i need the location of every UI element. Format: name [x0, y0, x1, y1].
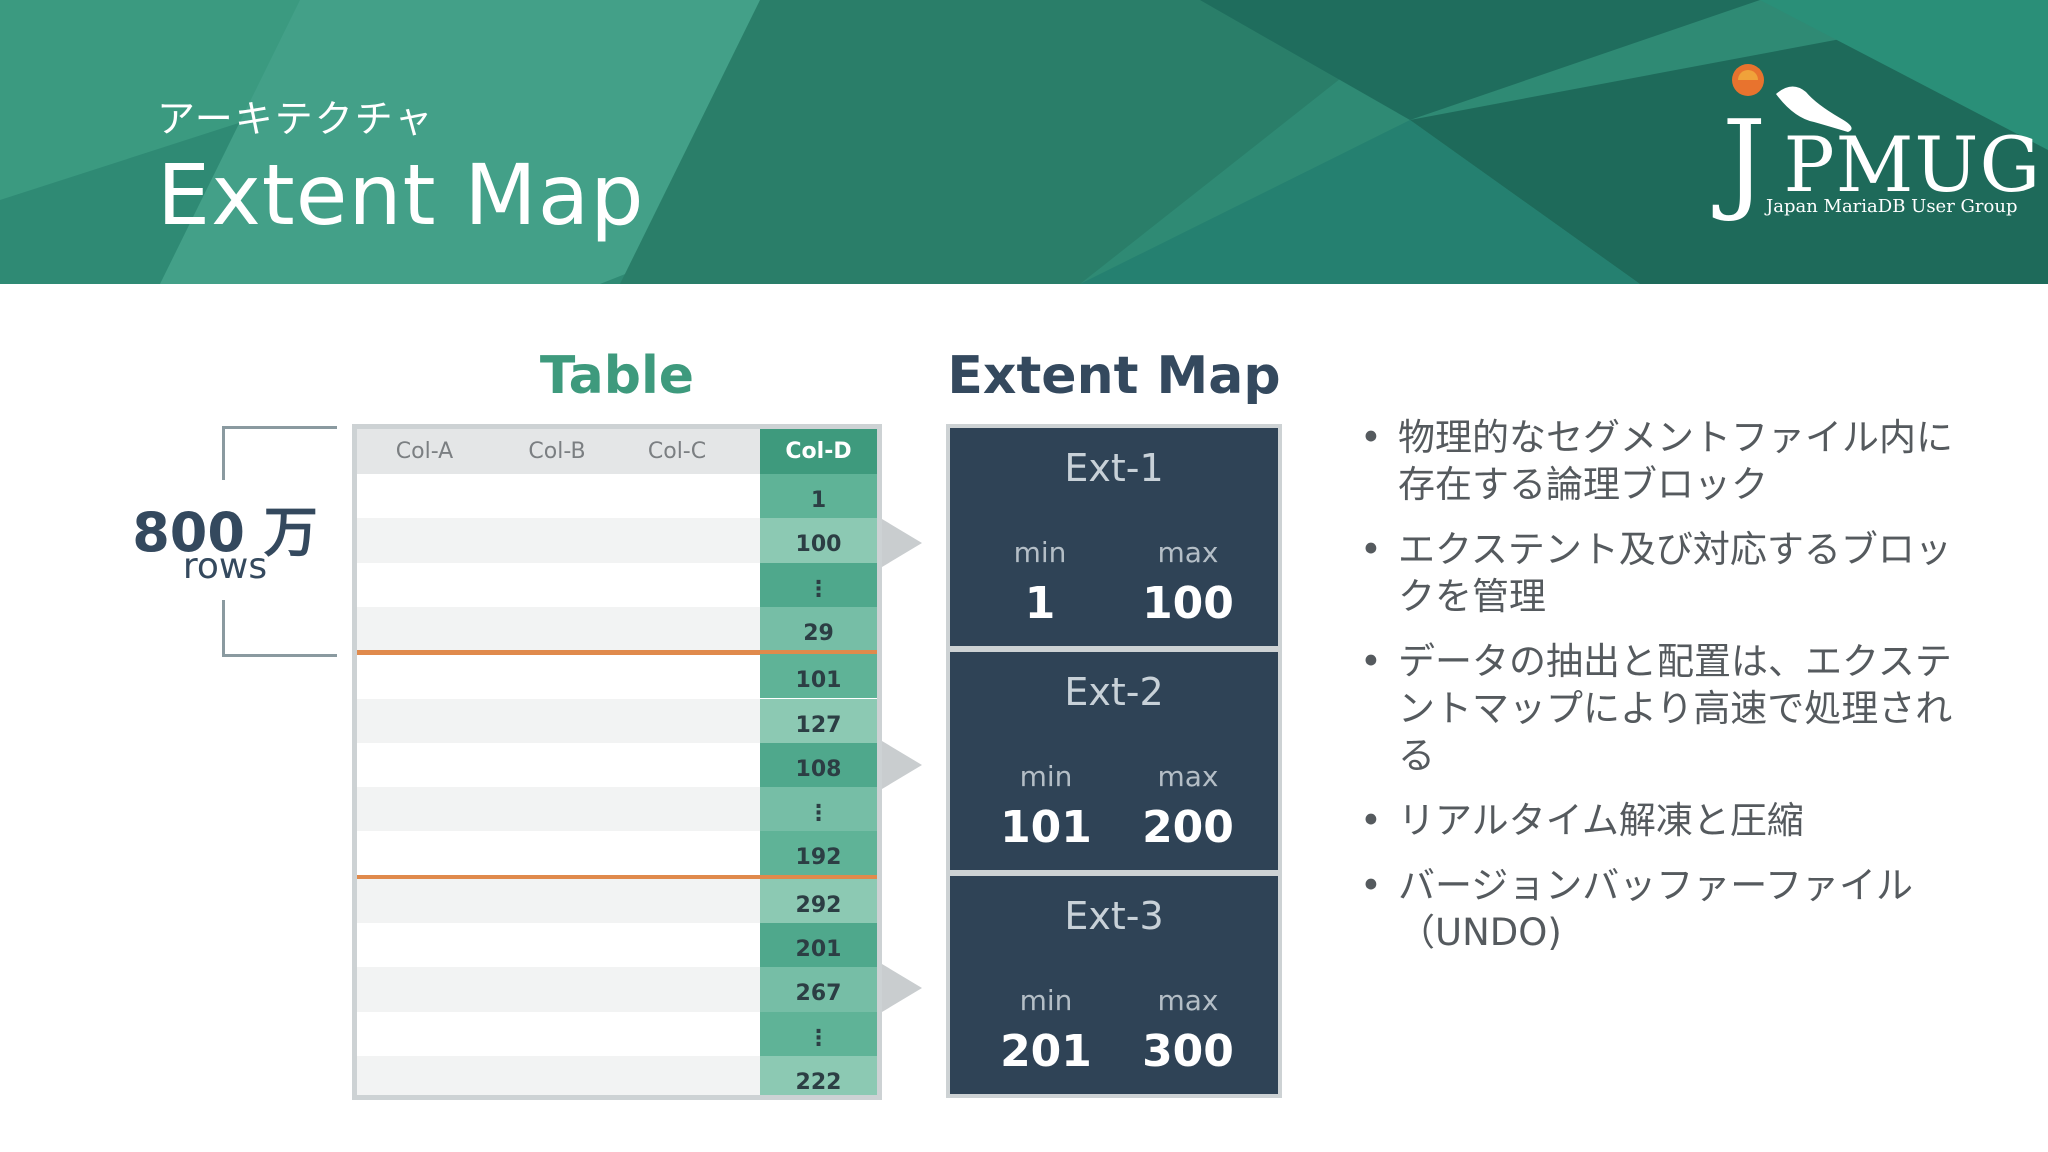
- table-row: 29: [357, 606, 877, 652]
- table-row: 222: [357, 1055, 877, 1095]
- table-row: 1: [357, 474, 877, 519]
- col-d-cell: 1: [810, 488, 827, 513]
- extent-block-1: Ext-1 min max 1 100: [946, 424, 1282, 650]
- table-row: ⋮: [357, 562, 877, 607]
- col-d-cell: 201: [795, 937, 842, 962]
- extent-max-value: 300: [1142, 1026, 1234, 1077]
- table-row: 201: [357, 923, 877, 968]
- column-header-d: Col-D: [760, 429, 877, 474]
- col-d-cell: 267: [795, 981, 842, 1007]
- extent-block-2: Ext-2 min max 101 200: [946, 648, 1282, 874]
- slide-title: Extent Map: [157, 146, 645, 244]
- extent-name: Ext-2: [1064, 670, 1164, 714]
- arrow-to-ext-3: [882, 964, 922, 1012]
- table-row: ⋮: [357, 1011, 877, 1056]
- extent-block-3: Ext-3 min max 201 300: [946, 872, 1282, 1098]
- extent-max-value: 200: [1142, 802, 1234, 853]
- bullet-item: • 物理的なセグメントファイル内に存在する論理ブロック: [1360, 416, 1953, 506]
- bullet-item: • エクステント及び対応するブロックを管理: [1360, 528, 1952, 618]
- extent-min-value: 101: [1000, 802, 1092, 853]
- column-header-c: Col-C: [647, 439, 707, 464]
- col-d-cell: 100: [795, 532, 842, 558]
- arrow-to-ext-1: [882, 519, 922, 567]
- data-table: Col-A Col-B Col-C Col-D 1 100 ⋮ 29 101 127 108…: [352, 424, 882, 1100]
- table-row: 108: [357, 742, 877, 788]
- extent-name: Ext-1: [1064, 446, 1164, 490]
- bullet-item: • バージョンバッファーファイル（UNDO): [1360, 864, 1914, 954]
- col-d-cell: 292: [795, 892, 842, 918]
- extent-max-label: max: [1157, 984, 1219, 1017]
- slide-subtitle: アーキテクチャ: [157, 97, 435, 141]
- col-d-cell: ⋮: [807, 576, 830, 602]
- table-row: 192: [357, 831, 877, 876]
- extent-min-value: 201: [1000, 1026, 1092, 1077]
- table-row: 292: [357, 878, 877, 923]
- table-row: 101: [357, 654, 877, 699]
- extent-max-label: max: [1157, 760, 1219, 793]
- extent-min-label: min: [1013, 536, 1067, 569]
- col-d-cell: 192: [795, 845, 842, 871]
- extent-max-value: 100: [1142, 578, 1234, 629]
- column-header-a: Col-A: [395, 439, 454, 464]
- col-d-cell: ⋮: [807, 801, 830, 827]
- table-row: 127: [357, 698, 877, 743]
- table-row: 267: [357, 967, 877, 1012]
- col-d-cell: 222: [795, 1069, 842, 1095]
- bullet-list: • 物理的なセグメントファイル内に存在する論理ブロック • エクステント及び対応する…: [1360, 414, 1980, 974]
- table-row: 100: [357, 518, 877, 563]
- col-d-cell: 101: [795, 668, 842, 694]
- table-row: ⋮: [357, 787, 877, 832]
- bullet-item: • データの抽出と配置は、エクステントマップにより高速で処理される: [1360, 640, 1953, 777]
- extent-min-value: 1: [1024, 578, 1056, 629]
- extent-min-label: min: [1019, 984, 1073, 1017]
- col-d-cell: 29: [803, 620, 834, 646]
- col-d-cell: 127: [795, 712, 842, 738]
- col-d-cell: ⋮: [807, 1025, 830, 1051]
- extent-max-label: max: [1157, 536, 1219, 569]
- col-d-cell: 108: [795, 756, 842, 782]
- extent-name: Ext-3: [1064, 894, 1164, 938]
- arrow-to-ext-2: [882, 741, 922, 789]
- row-count-unit: rows: [182, 546, 268, 587]
- extent-min-label: min: [1019, 760, 1073, 793]
- extent-map-heading: Extent Map: [947, 346, 1281, 406]
- bullet-item: • リアルタイム解凍と圧縮: [1360, 799, 1804, 842]
- table-heading: Table: [539, 346, 695, 406]
- header-banner: アーキテクチャ Extent Map J JPMUG Japan MariaDB…: [0, 0, 2048, 284]
- logo-tagline: Japan MariaDB User Group: [1766, 196, 2018, 217]
- table-header-row: Col-A Col-B Col-C Col-D: [357, 429, 877, 474]
- column-header-b: Col-B: [528, 439, 586, 464]
